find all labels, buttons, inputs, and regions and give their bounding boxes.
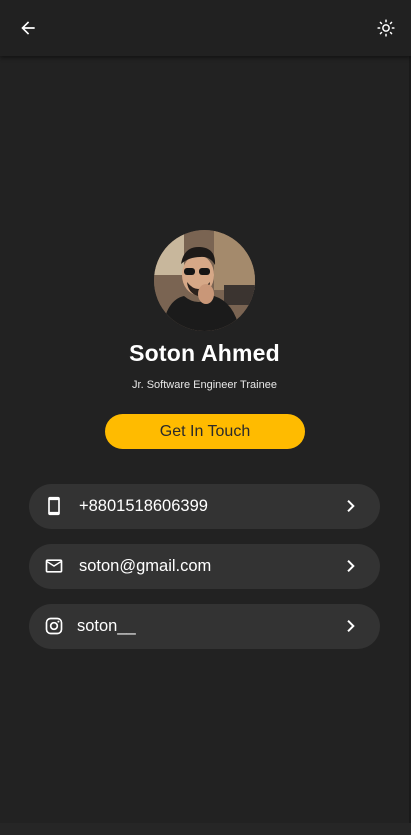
contact-instagram-label: soton__ bbox=[77, 617, 136, 635]
instagram-icon bbox=[43, 615, 65, 637]
contact-phone-label: +8801518606399 bbox=[79, 497, 208, 515]
profile-name: Soton Ahmed bbox=[129, 340, 280, 366]
chevron-right-icon bbox=[342, 557, 360, 575]
contact-email-label: soton@gmail.com bbox=[79, 557, 212, 575]
mail-icon bbox=[43, 555, 65, 577]
contact-item-phone[interactable]: +8801518606399 bbox=[29, 484, 380, 529]
profile-photo bbox=[154, 230, 255, 331]
back-button[interactable] bbox=[12, 12, 44, 44]
avatar bbox=[154, 230, 255, 331]
theme-toggle-button[interactable] bbox=[370, 12, 402, 44]
sun-icon bbox=[377, 19, 395, 37]
chevron-right-icon bbox=[342, 497, 360, 515]
profile-role: Jr. Software Engineer Trainee bbox=[132, 379, 277, 391]
app-bar bbox=[0, 0, 411, 56]
arrow-left-icon bbox=[21, 21, 35, 35]
contact-item-email[interactable]: soton@gmail.com bbox=[29, 544, 380, 589]
profile-screen: Soton Ahmed Jr. Software Engineer Traine… bbox=[0, 0, 411, 835]
get-in-touch-button[interactable]: Get In Touch bbox=[105, 414, 305, 449]
contact-item-instagram[interactable]: soton__ bbox=[29, 604, 380, 649]
bottom-edge bbox=[0, 823, 411, 835]
chevron-right-icon bbox=[342, 617, 360, 635]
smartphone-icon bbox=[43, 495, 65, 517]
